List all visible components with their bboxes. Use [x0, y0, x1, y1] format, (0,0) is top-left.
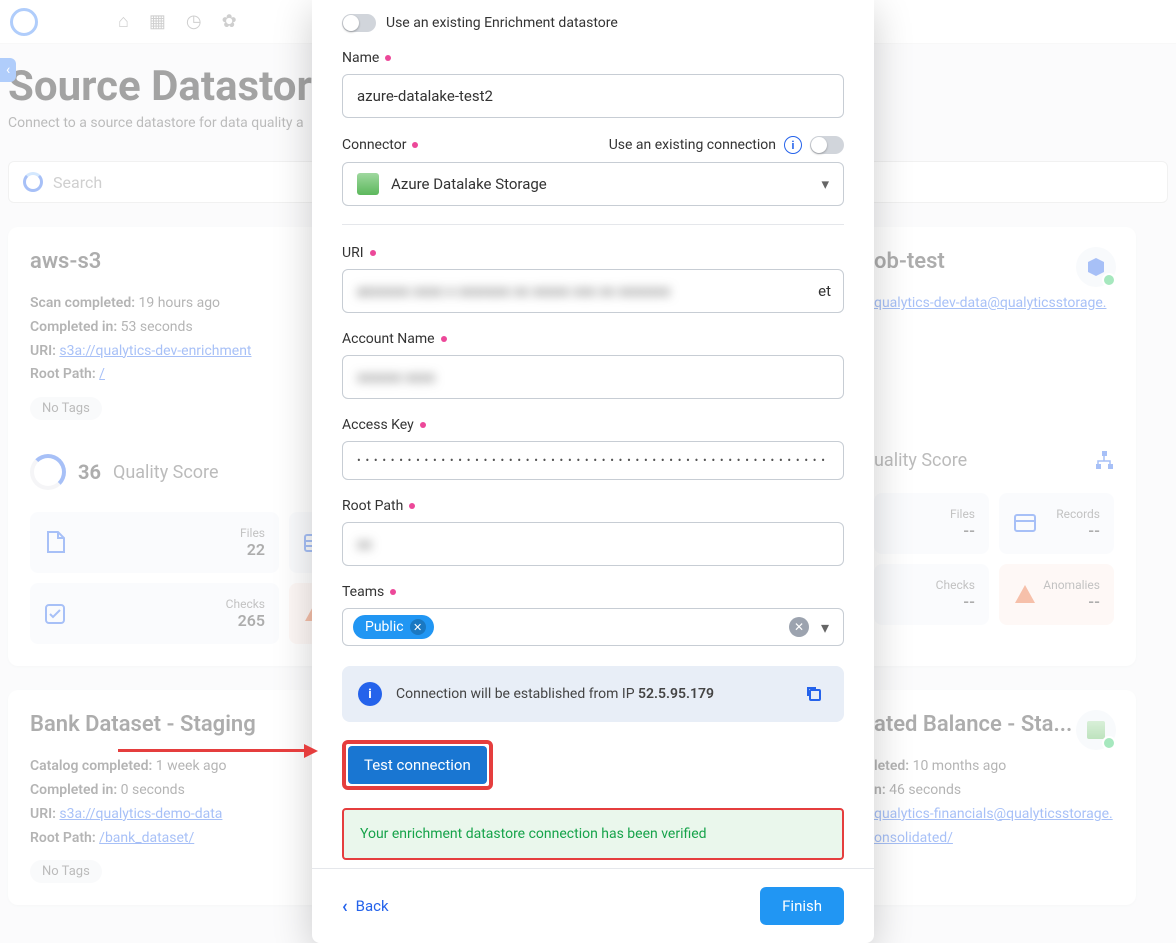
team-chip[interactable]: Public ✕ — [353, 615, 434, 639]
connector-field: Connector Use an existing connection i A… — [342, 136, 844, 206]
chevron-down-icon: ▾ — [817, 618, 833, 637]
finish-button[interactable]: Finish — [760, 887, 844, 925]
info-icon[interactable]: i — [784, 136, 802, 154]
copy-icon[interactable] — [800, 680, 828, 708]
access-key-field: Access Key • • • • • • • • • • • • • • •… — [342, 417, 844, 480]
modal-footer: ‹ Back Finish — [312, 868, 874, 943]
root-path-input[interactable]: xx — [342, 522, 844, 566]
required-icon — [370, 250, 376, 256]
back-button[interactable]: ‹ Back — [342, 896, 389, 917]
ip-info-banner: i Connection will be established from IP… — [342, 666, 844, 722]
required-icon — [412, 142, 418, 148]
teams-field: Teams Public ✕ ✕ ▾ — [342, 584, 844, 646]
required-icon — [420, 422, 426, 428]
chevron-down-icon: ▾ — [821, 175, 829, 193]
divider — [342, 224, 844, 225]
account-name-field: Account Name xxxxxx xxxx — [342, 331, 844, 399]
required-icon — [441, 336, 447, 342]
access-key-input[interactable]: • • • • • • • • • • • • • • • • • • • • … — [342, 441, 844, 480]
existing-enrichment-toggle-row: Use an existing Enrichment datastore — [342, 14, 844, 32]
test-connection-button[interactable]: Test connection — [348, 746, 487, 784]
test-connection-highlight: Test connection — [342, 740, 493, 790]
add-datastore-modal: Use an existing Enrichment datastore Nam… — [312, 0, 874, 943]
name-input[interactable] — [342, 74, 844, 118]
existing-connection-toggle[interactable] — [810, 136, 844, 154]
account-name-input[interactable]: xxxxxx xxxx — [342, 355, 844, 399]
required-icon — [385, 55, 391, 61]
teams-select[interactable]: Public ✕ ✕ ▾ — [342, 608, 844, 646]
info-icon: i — [358, 682, 382, 706]
required-icon — [390, 589, 396, 595]
clear-icon[interactable]: ✕ — [789, 617, 809, 637]
required-icon — [409, 503, 415, 509]
existing-enrichment-toggle[interactable] — [342, 14, 376, 32]
chevron-left-icon: ‹ — [342, 896, 348, 917]
database-icon — [357, 173, 379, 195]
modal-body: Use an existing Enrichment datastore Nam… — [312, 0, 874, 868]
uri-input[interactable]: axxxxxx xxxx x xxxxxxx xx xxxxx xxx xx x… — [342, 269, 844, 313]
uri-field: URI axxxxxx xxxx x xxxxxxx xx xxxxx xxx … — [342, 245, 844, 313]
name-field: Name — [342, 50, 844, 118]
root-path-field: Root Path xx — [342, 498, 844, 566]
connector-select[interactable]: Azure Datalake Storage ▾ — [342, 162, 844, 206]
remove-chip-icon[interactable]: ✕ — [410, 619, 426, 635]
success-message: Your enrichment datastore connection has… — [342, 808, 844, 860]
